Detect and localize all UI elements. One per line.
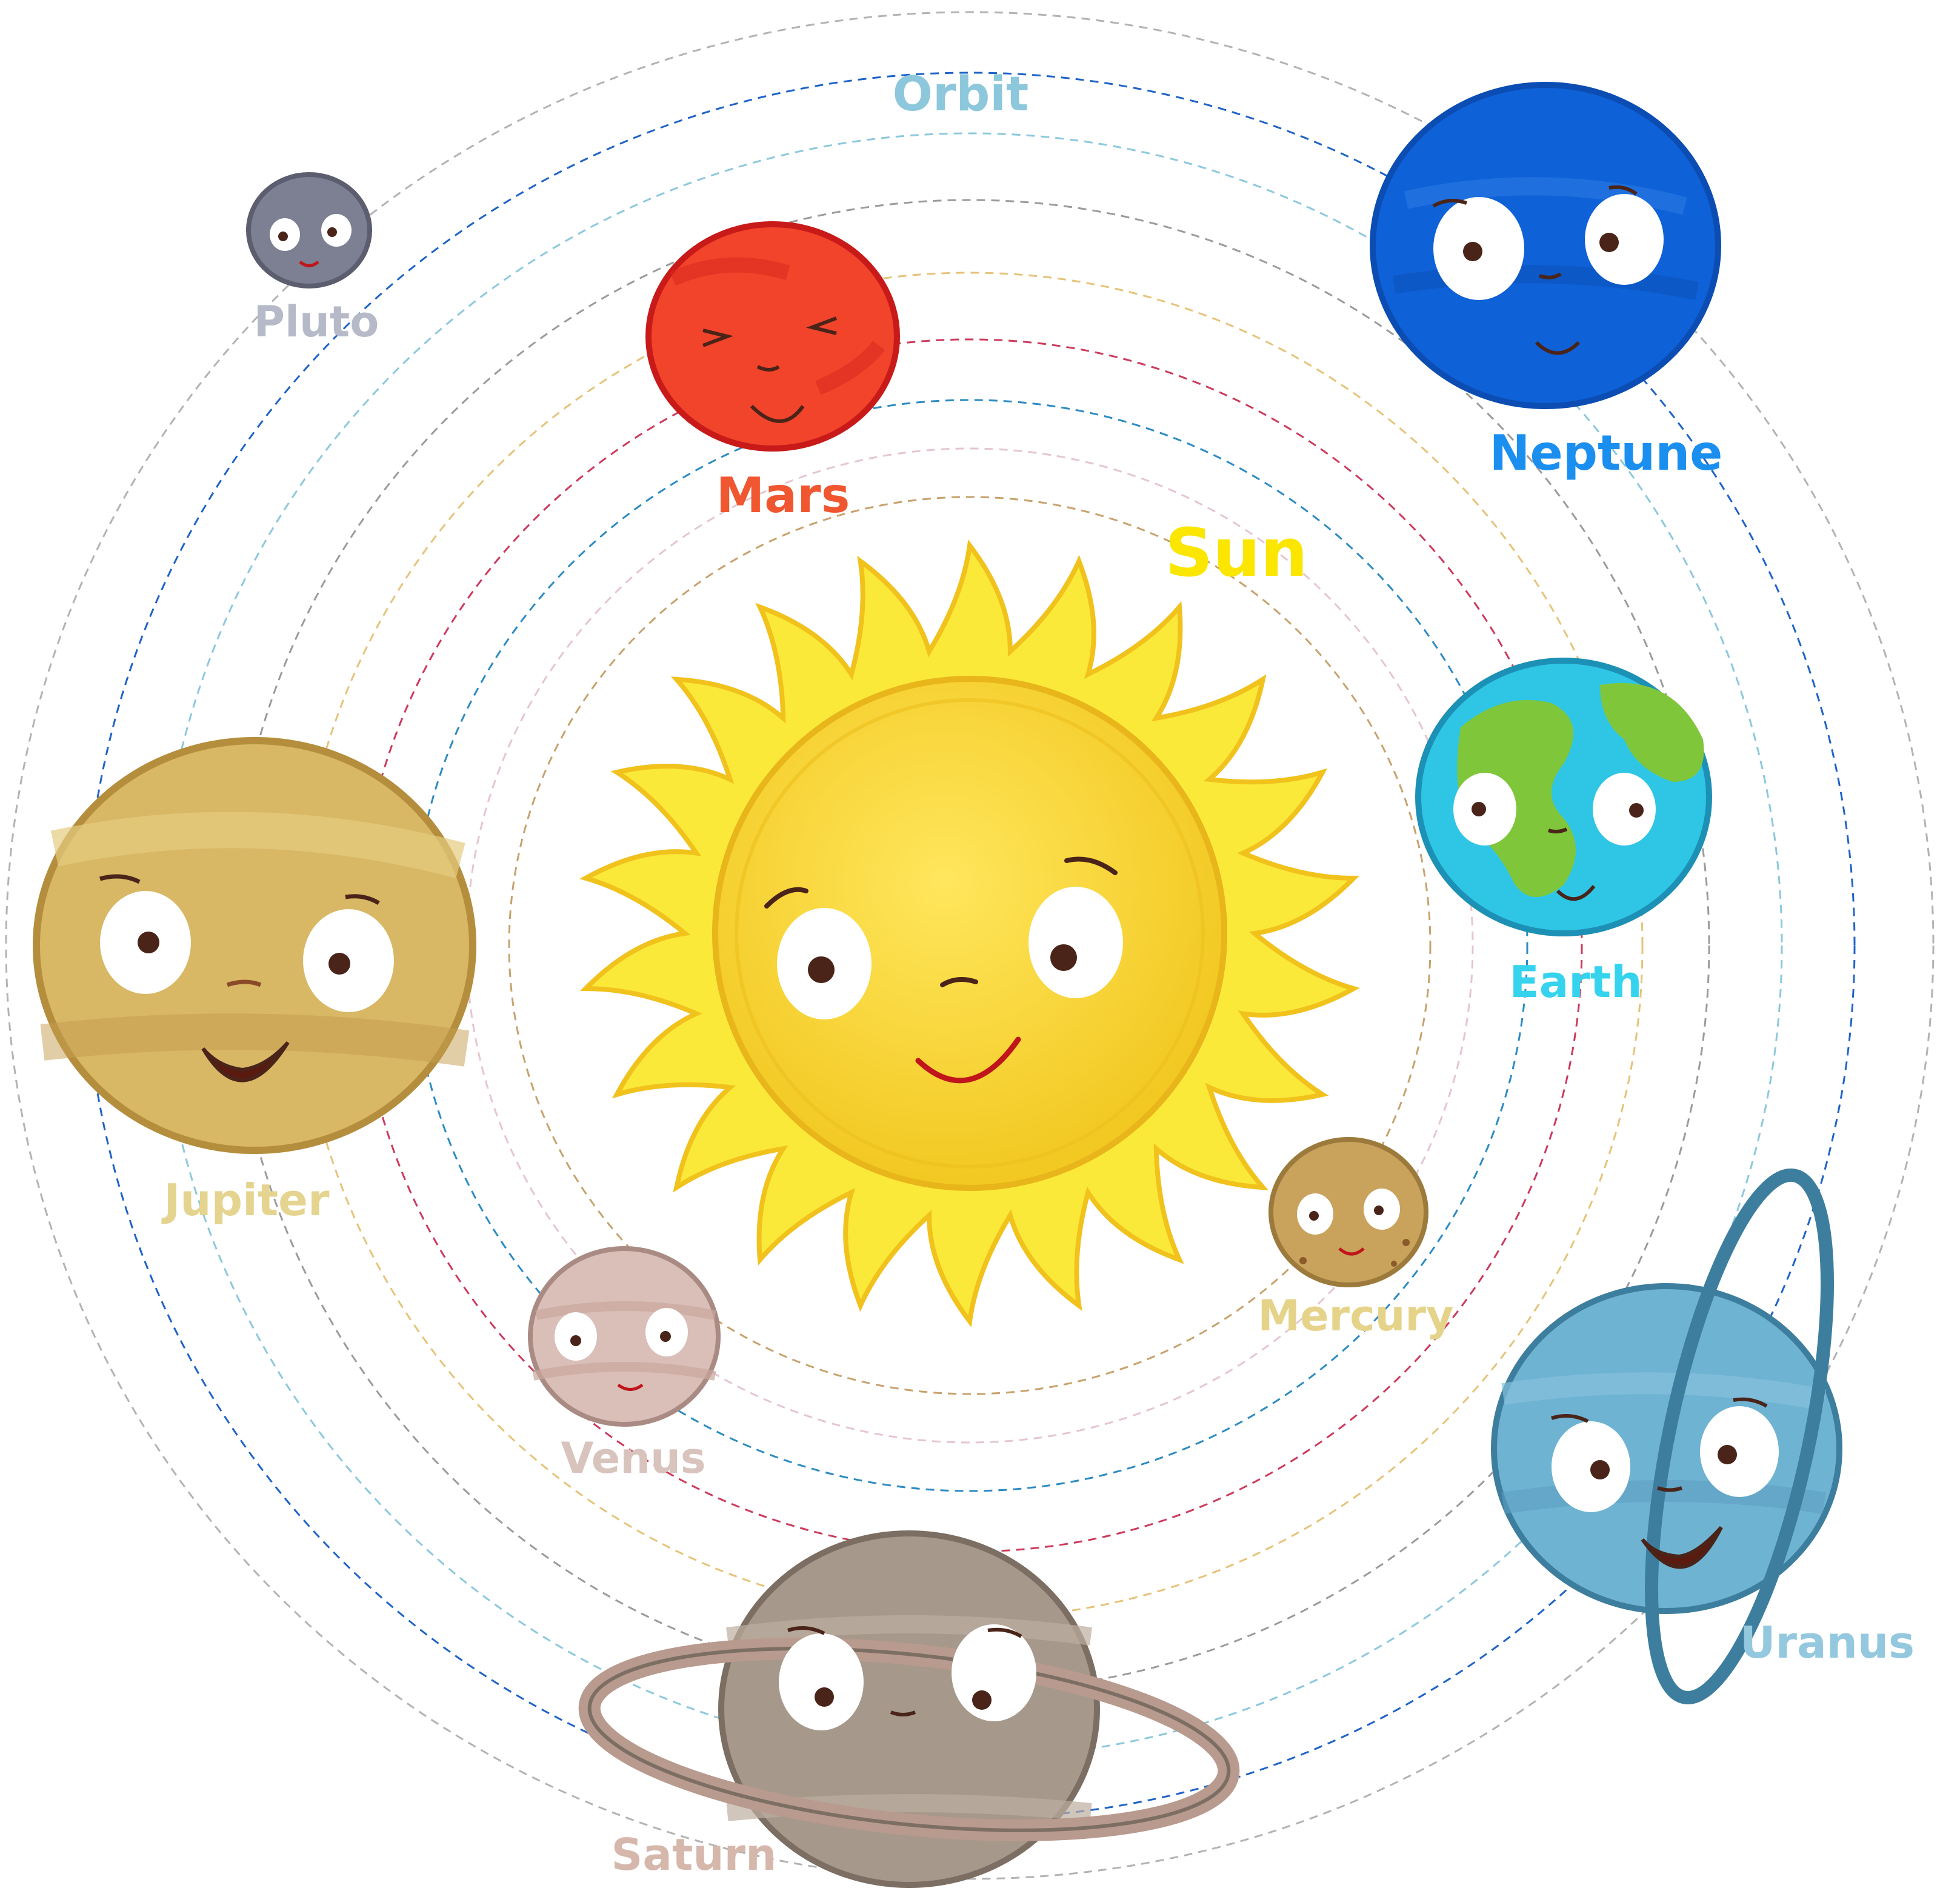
planet-earth <box>1415 658 1712 936</box>
planet-jupiter <box>33 737 476 1154</box>
sun <box>579 539 1360 1328</box>
eye-icon <box>952 1624 1036 1721</box>
orbit-label: Orbit <box>893 67 1029 122</box>
mercury-label: Mercury <box>1258 1291 1453 1341</box>
mars-label: Mars <box>716 467 850 524</box>
venus-label: Venus <box>561 1433 705 1483</box>
earth-label: Earth <box>1510 956 1642 1007</box>
planet-mars <box>645 221 900 452</box>
jupiter-label: Jupiter <box>161 1175 330 1226</box>
eye-icon <box>1700 1406 1779 1497</box>
planet-neptune <box>1370 82 1721 409</box>
planet-venus <box>528 1246 721 1427</box>
eye-icon <box>779 1633 864 1730</box>
saturn-label: Saturn <box>612 1829 777 1880</box>
eye-icon <box>1593 773 1656 845</box>
pluto-label: Pluto <box>254 297 379 347</box>
eye-icon <box>1585 194 1664 285</box>
planet-mercury <box>1268 1137 1428 1287</box>
uranus-label: Uranus <box>1740 1617 1915 1668</box>
eye-icon <box>1028 887 1123 998</box>
neptune-label: Neptune <box>1490 425 1723 481</box>
solar-system-diagram: Orbit Sun Neptune Mars Pluto Earth Jupit… <box>5 11 1935 1888</box>
sun-label: Sun <box>1165 514 1308 592</box>
planet-pluto <box>246 172 372 288</box>
